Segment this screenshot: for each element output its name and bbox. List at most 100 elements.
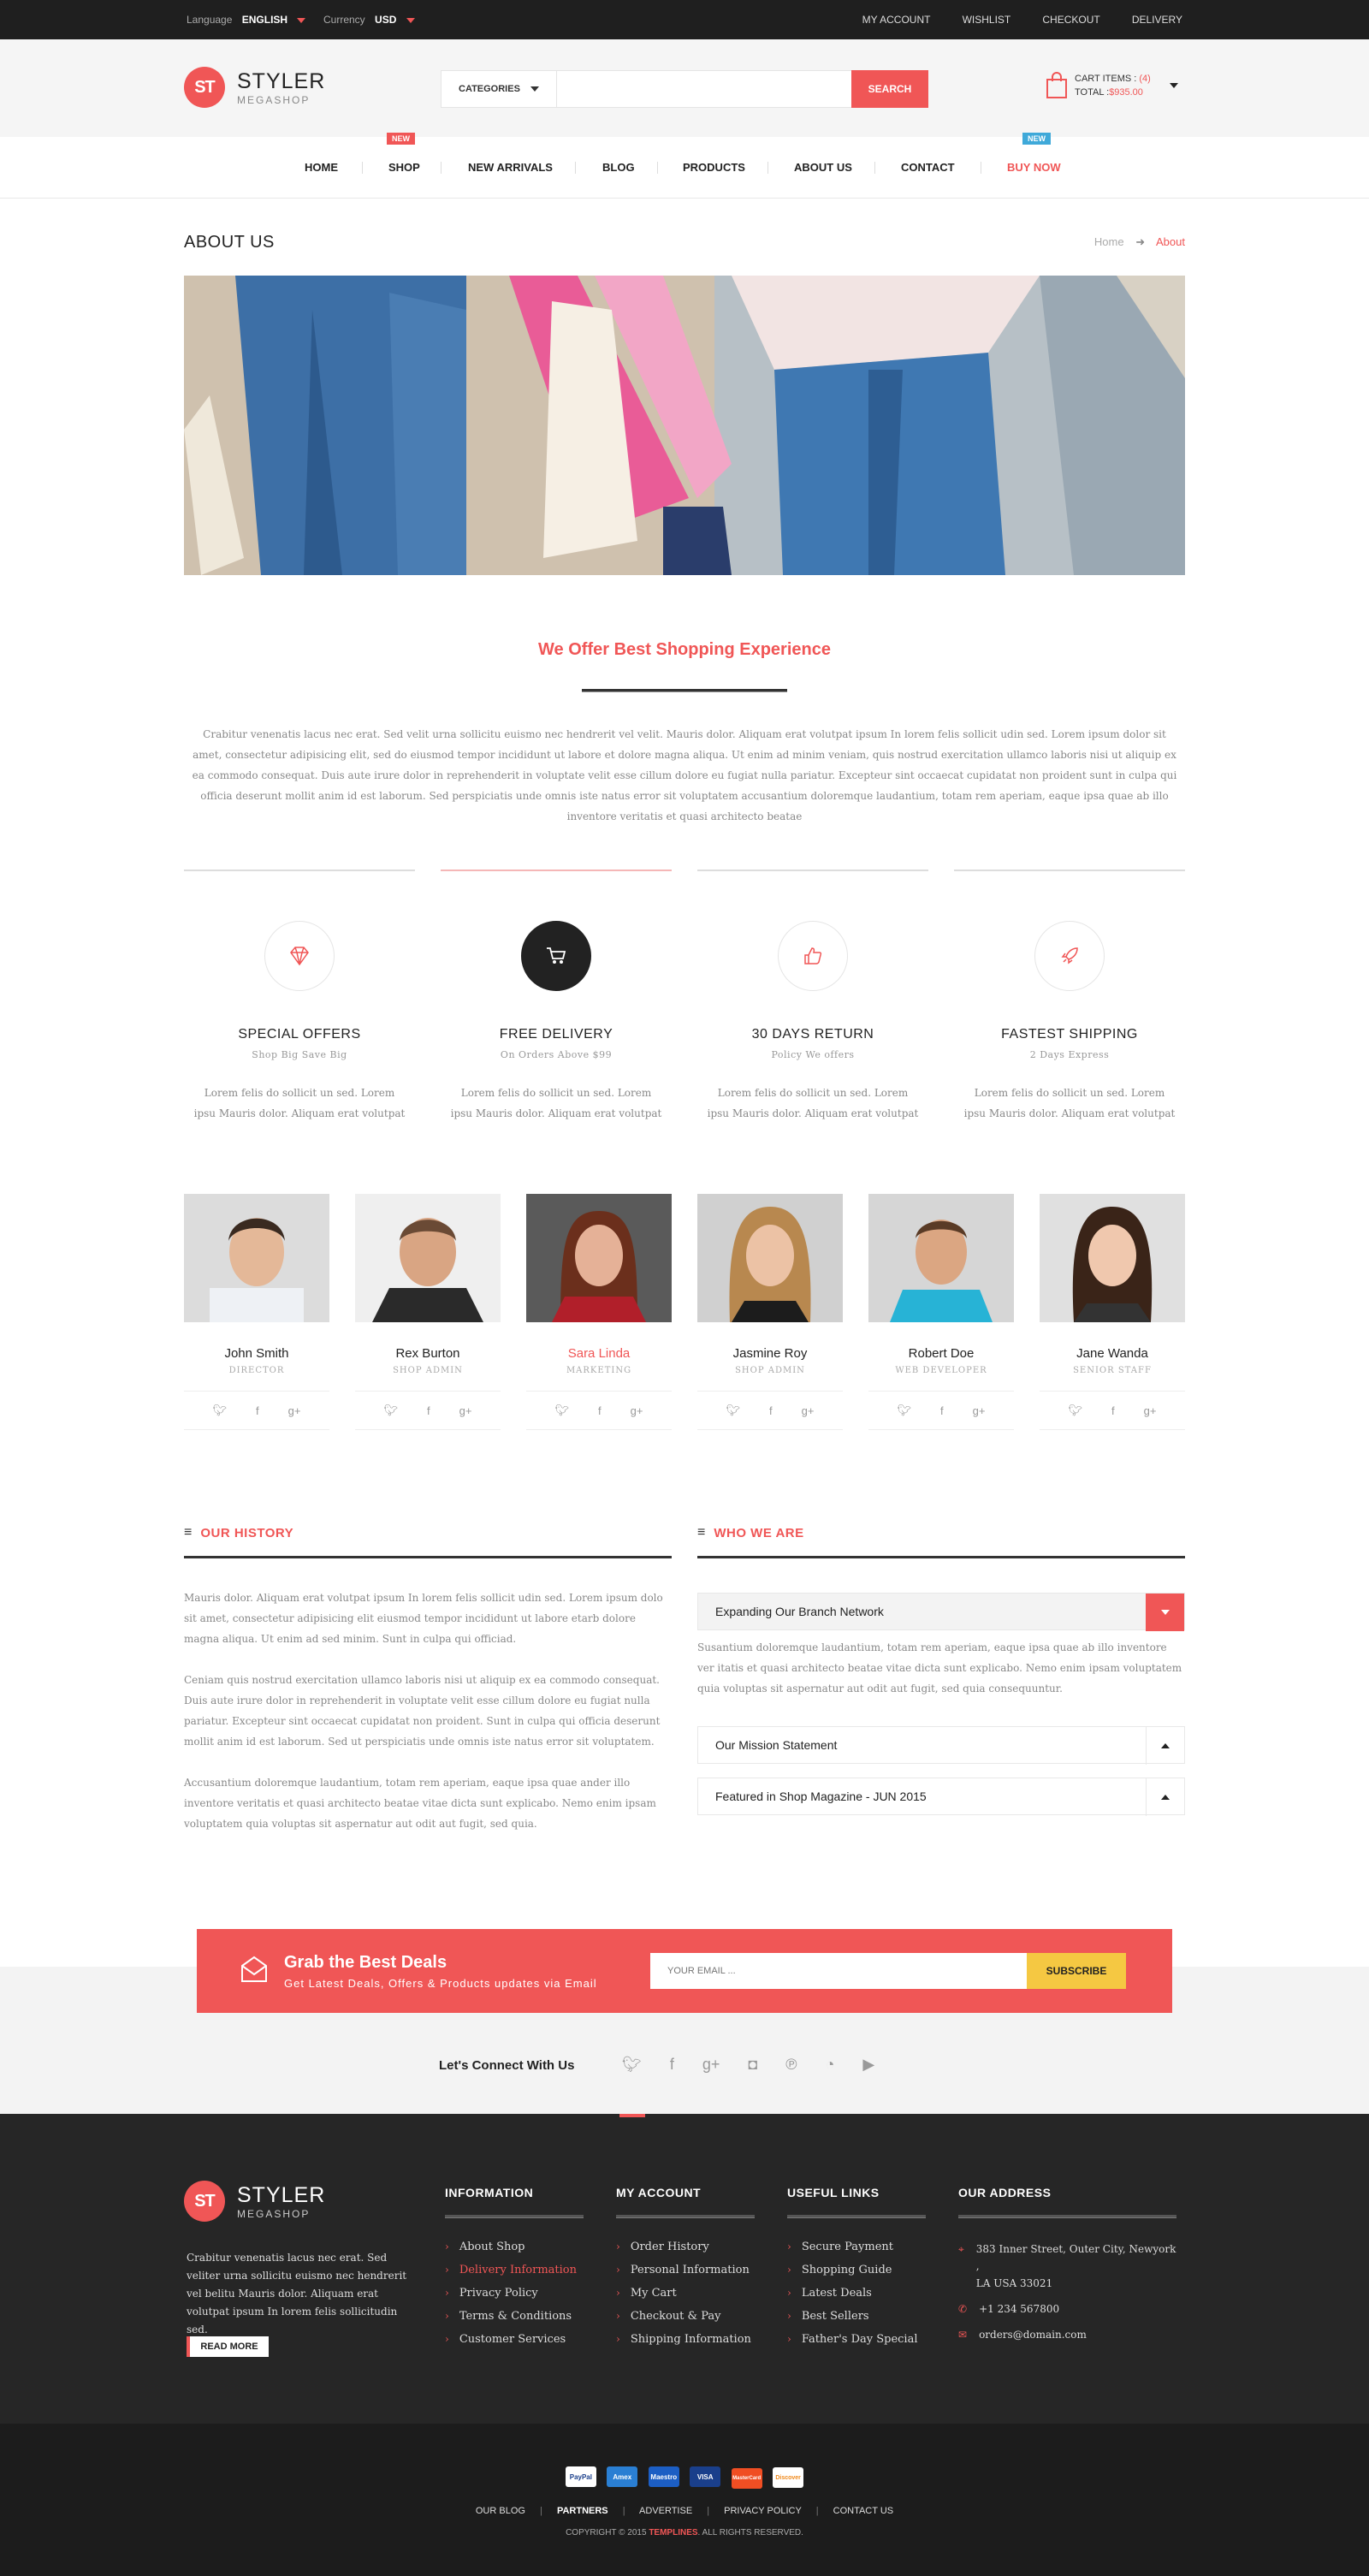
google-plus-icon[interactable]: g+ — [802, 1404, 815, 1417]
google-plus-icon[interactable]: g+ — [288, 1404, 301, 1417]
feature-title: SPECIAL OFFERS — [238, 1027, 361, 1042]
column-title: MY ACCOUNT — [616, 2186, 702, 2199]
bottom-link[interactable]: PARTNERS — [557, 2506, 608, 2516]
email-address[interactable]: orders@domain.com — [979, 2326, 1087, 2343]
facebook-icon[interactable]: f — [256, 1404, 259, 1417]
checkout-link[interactable]: CHECKOUT — [1042, 14, 1099, 26]
currency-value: USD — [375, 14, 397, 26]
nav-contact[interactable]: CONTACT — [901, 161, 955, 174]
category-dropdown[interactable]: CATEGORIES — [442, 71, 557, 107]
nav-new-arrivals[interactable]: NEW ARRIVALS — [468, 161, 553, 174]
twitter-icon[interactable]: 🐦︎ — [213, 1404, 228, 1417]
bottom-link[interactable]: CONTACT US — [833, 2506, 894, 2516]
twitter-icon[interactable]: 🐦︎ — [555, 1404, 570, 1417]
feature-description: Lorem felis do sollicit un sed. Lorem ip… — [193, 1087, 406, 1119]
footer-column-address: OUR ADDRESS ⌖ 383 Inner Street, Outer Cit… — [958, 2186, 1176, 2343]
twitter-icon[interactable]: 🐦︎ — [898, 1404, 912, 1417]
logo-title: STYLER — [237, 2182, 326, 2207]
facebook-icon[interactable]: f — [1111, 1404, 1115, 1417]
team-member: Sara Linda MARKETING 🐦︎ f g+ — [526, 1194, 672, 1430]
nav-about-us[interactable]: ABOUT US — [794, 161, 852, 174]
section-underline — [184, 1556, 672, 1558]
google-plus-icon[interactable]: g+ — [1144, 1404, 1157, 1417]
footer-link[interactable]: › Latest Deals — [787, 2287, 926, 2300]
twitter-icon[interactable]: 🐦︎ — [622, 2056, 642, 2074]
menu-icon: ≡ — [697, 1525, 706, 1540]
logo[interactable]: ST STYLER MEGASHOP — [184, 67, 325, 108]
facebook-icon[interactable]: f — [427, 1404, 430, 1417]
bottom-link[interactable]: OUR BLOG — [476, 2506, 525, 2516]
breadcrumb-home[interactable]: Home — [1094, 235, 1124, 248]
delivery-link[interactable]: DELIVERY — [1132, 14, 1182, 26]
footer-link[interactable]: › Terms & Conditions — [445, 2310, 584, 2323]
read-more-button[interactable]: READ MORE — [187, 2336, 269, 2357]
currency-selector[interactable]: Currency USD — [323, 14, 415, 26]
google-plus-icon[interactable]: g+ — [459, 1404, 472, 1417]
nav-divider — [362, 162, 363, 174]
google-plus-icon[interactable]: g+ — [973, 1404, 986, 1417]
footer-link[interactable]: › Delivery Information — [445, 2264, 584, 2276]
feature-description: Lorem felis do sollicit un sed. Lorem ip… — [450, 1087, 662, 1119]
language-selector[interactable]: Language ENGLISH — [187, 14, 306, 26]
search-input[interactable] — [561, 74, 844, 104]
facebook-icon[interactable]: f — [598, 1404, 602, 1417]
footer-link[interactable]: › Secure Payment — [787, 2241, 926, 2253]
currency-label: Currency — [323, 14, 365, 26]
feature-30-days-return: 30 DAYS RETURN Policy We offers Lorem fe… — [697, 870, 928, 1124]
twitter-icon[interactable]: 🐦︎ — [384, 1404, 399, 1417]
cart-widget[interactable]: CART ITEMS : (4) TOTAL :$935.00 — [1046, 72, 1178, 99]
footer-link[interactable]: › Personal Information — [616, 2264, 755, 2276]
footer-link[interactable]: › Shopping Guide — [787, 2264, 926, 2276]
nav-buy-now[interactable]: BUY NOW — [1007, 161, 1061, 174]
youtube-icon[interactable]: ▶ — [862, 2056, 874, 2074]
facebook-icon[interactable]: f — [670, 2056, 674, 2074]
chevron-up-icon[interactable] — [1146, 1778, 1184, 1816]
nav-divider — [874, 162, 875, 174]
email-input[interactable] — [650, 1953, 1027, 1989]
my-account-link[interactable]: MY ACCOUNT — [862, 14, 931, 26]
facebook-icon[interactable]: f — [769, 1404, 773, 1417]
google-plus-icon[interactable]: g+ — [702, 2056, 720, 2074]
nav-products[interactable]: PRODUCTS — [683, 161, 745, 174]
footer-link[interactable]: › Checkout & Pay — [616, 2310, 755, 2323]
facebook-icon[interactable]: f — [940, 1404, 944, 1417]
logo-title: STYLER — [237, 68, 326, 93]
accordion-header[interactable]: Our Mission Statement — [697, 1726, 1185, 1765]
footer-column-account: MY ACCOUNT › Order History › Personal Info… — [616, 2186, 755, 2356]
newsletter-subtitle: Get Latest Deals, Offers & Products upda… — [284, 1977, 597, 1990]
google-plus-icon[interactable]: g+ — [631, 1404, 643, 1417]
footer-link[interactable]: › My Cart — [616, 2287, 755, 2300]
footer-logo[interactable]: ST STYLER MEGASHOP — [184, 2181, 325, 2222]
wishlist-link[interactable]: WISHLIST — [963, 14, 1010, 26]
member-role: SHOP ADMIN — [735, 1366, 805, 1375]
pinterest-icon[interactable]: ℗ — [785, 2056, 797, 2074]
footer-link[interactable]: › Shipping Information — [616, 2333, 755, 2346]
accordion-header[interactable]: Expanding Our Branch Network — [697, 1593, 1185, 1631]
footer-link[interactable]: › Privacy Policy — [445, 2287, 584, 2300]
bottom-link[interactable]: ADVERTISE — [639, 2506, 692, 2516]
footer-link[interactable]: › Best Sellers — [787, 2310, 926, 2323]
twitter-icon[interactable]: 🐦︎ — [726, 1404, 741, 1417]
footer-link[interactable]: › About Shop — [445, 2241, 584, 2253]
footer-link[interactable]: › Order History — [616, 2241, 755, 2253]
footer-link[interactable]: › Father's Day Special — [787, 2333, 926, 2346]
instagram-icon[interactable]: ◘ — [748, 2056, 757, 2074]
accordion-header[interactable]: Featured in Shop Magazine - JUN 2015 — [697, 1778, 1185, 1816]
copyright-brand[interactable]: TEMPLINES — [649, 2528, 697, 2537]
chevron-down-icon[interactable] — [1146, 1594, 1184, 1631]
rocket-icon — [1034, 921, 1105, 991]
nav-shop[interactable]: SHOP — [388, 161, 420, 174]
social-links: 🐦︎ f g+ — [868, 1391, 1014, 1430]
footer-link[interactable]: › Customer Services — [445, 2333, 584, 2346]
connect-label: Let's Connect With Us — [439, 2058, 575, 2073]
twitter-icon[interactable]: 🐦︎ — [1069, 1404, 1083, 1417]
bottom-link[interactable]: PRIVACY POLICY — [724, 2506, 801, 2516]
main-nav: HOME SHOP NEW NEW ARRIVALS BLOG PRODUCTS… — [0, 133, 1369, 199]
nav-blog[interactable]: BLOG — [602, 161, 635, 174]
chevron-up-icon[interactable] — [1146, 1727, 1184, 1765]
feature-subtitle: Policy We offers — [771, 1049, 855, 1060]
search-button[interactable]: SEARCH — [851, 70, 928, 108]
subscribe-button[interactable]: SUBSCRIBE — [1027, 1953, 1126, 1989]
nav-home[interactable]: HOME — [305, 161, 338, 174]
rss-icon[interactable]: ◔ — [826, 2056, 835, 2074]
